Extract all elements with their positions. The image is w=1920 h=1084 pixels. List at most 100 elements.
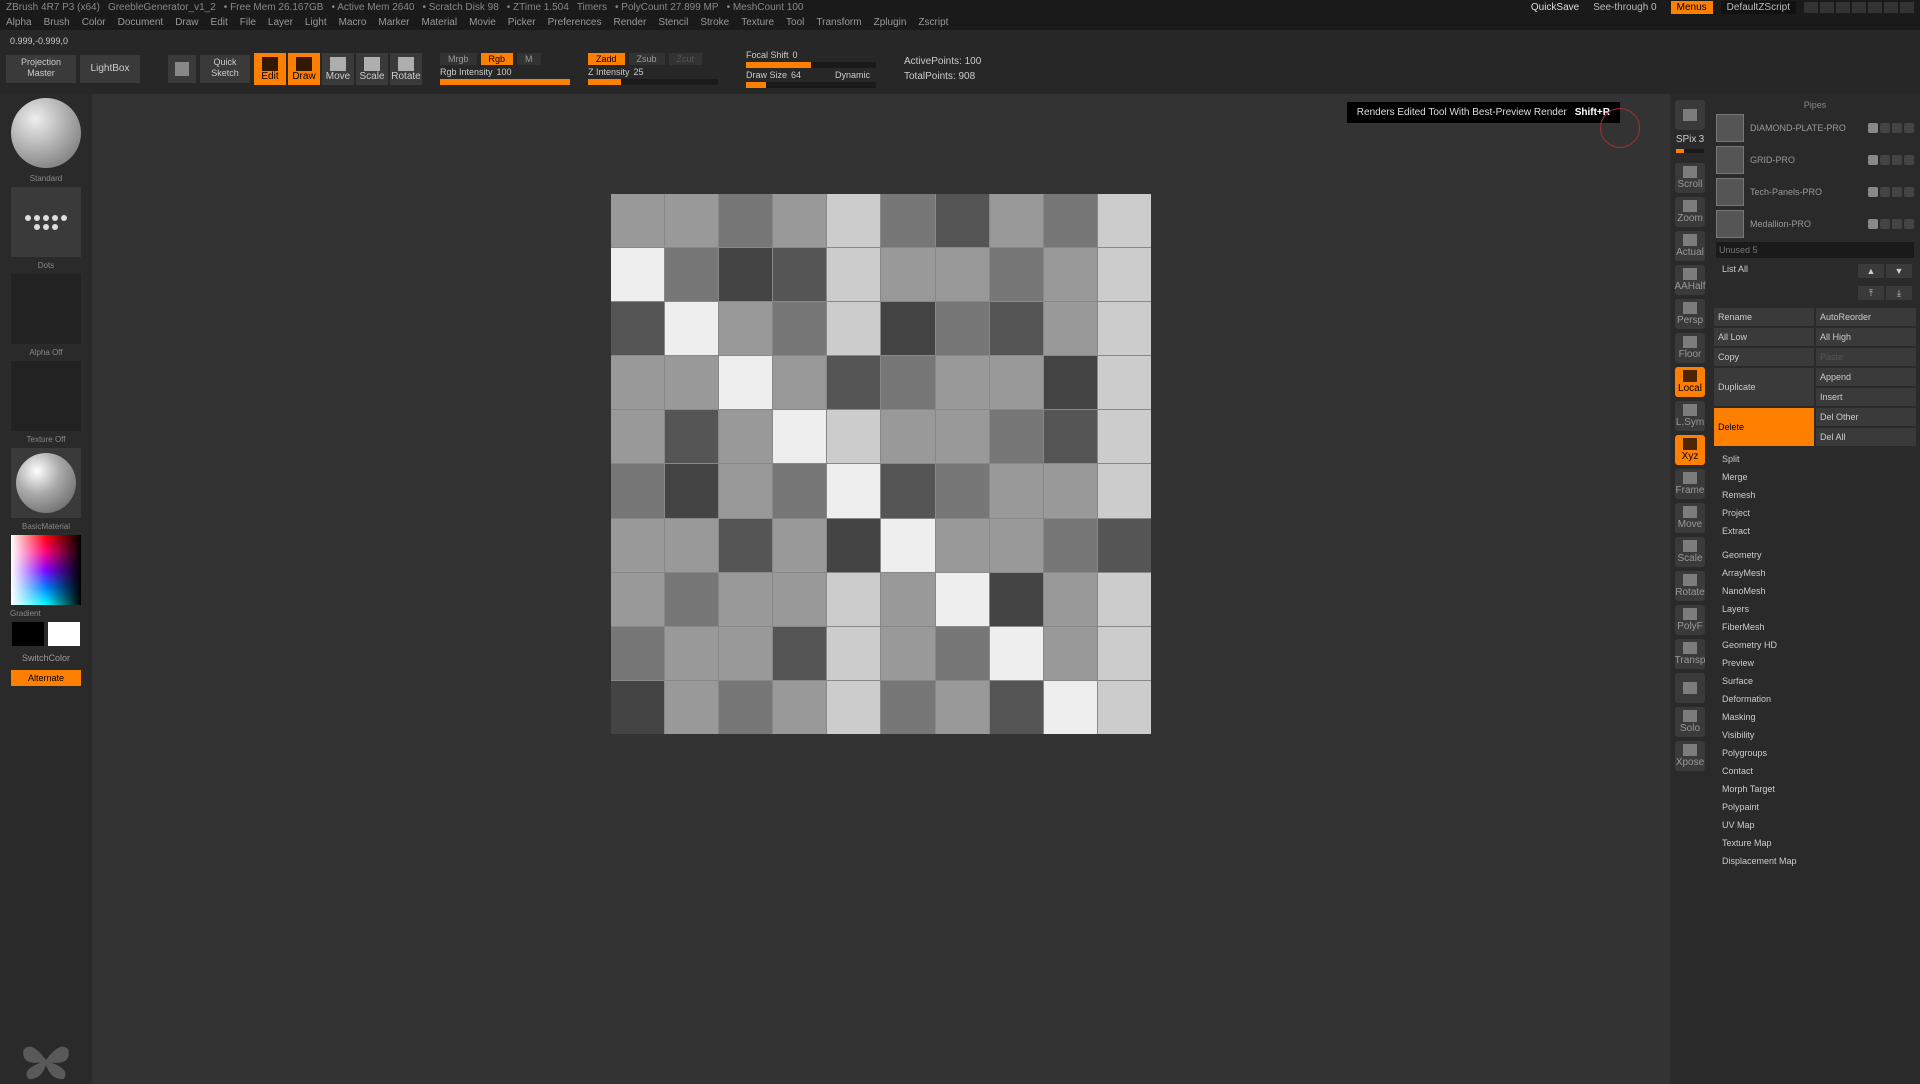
panel-nanomesh[interactable]: NanoMesh <box>1714 582 1916 600</box>
color-picker[interactable] <box>11 535 81 605</box>
close-icon[interactable] <box>1900 2 1914 13</box>
menu-preferences[interactable]: Preferences <box>548 17 602 28</box>
project-button[interactable]: Project <box>1714 504 1916 522</box>
move-button[interactable]: Move <box>322 53 354 85</box>
quicksave-button[interactable]: QuickSave <box>1531 2 1579 13</box>
draw-size-value[interactable]: 64 <box>791 70 801 80</box>
extract-button[interactable]: Extract <box>1714 522 1916 540</box>
transp-button[interactable]: Transp <box>1675 639 1705 669</box>
autoreorder-button[interactable]: AutoReorder <box>1816 308 1916 326</box>
panel-displacement-map[interactable]: Displacement Map <box>1714 852 1916 870</box>
default-zscript[interactable]: DefaultZScript <box>1721 1 1796 14</box>
panel-arraymesh[interactable]: ArrayMesh <box>1714 564 1916 582</box>
subtool-thumbnail[interactable] <box>1716 114 1744 142</box>
menu-alpha[interactable]: Alpha <box>6 17 32 28</box>
draw-size-slider[interactable] <box>746 82 876 88</box>
canvas-viewport[interactable]: Renders Edited Tool With Best-Preview Re… <box>92 94 1670 1084</box>
subtool-row[interactable]: DIAMOND-PLATE-PRO <box>1714 112 1916 144</box>
subtool-thumbnail[interactable] <box>1716 178 1744 206</box>
window-icon[interactable] <box>1852 2 1866 13</box>
subtool-thumbnail[interactable] <box>1716 146 1744 174</box>
all-high-button[interactable]: All High <box>1816 328 1916 346</box>
menu-tool[interactable]: Tool <box>786 17 804 28</box>
panel-uv-map[interactable]: UV Map <box>1714 816 1916 834</box>
del-all-button[interactable]: Del All <box>1816 428 1916 446</box>
menu-stroke[interactable]: Stroke <box>700 17 729 28</box>
see-through-slider[interactable]: See-through 0 <box>1593 2 1656 13</box>
panel-polygroups[interactable]: Polygroups <box>1714 744 1916 762</box>
mrgb-button[interactable]: Mrgb <box>440 53 477 65</box>
z-intensity-slider[interactable] <box>588 79 718 85</box>
lsym-button[interactable]: L.Sym <box>1675 401 1705 431</box>
brush-thumbnail[interactable] <box>11 98 81 168</box>
secondary-color-swatch[interactable] <box>12 622 44 646</box>
focal-shift-value[interactable]: 0 <box>793 50 798 60</box>
menu-texture[interactable]: Texture <box>741 17 774 28</box>
menu-marker[interactable]: Marker <box>378 17 409 28</box>
menu-layer[interactable]: Layer <box>268 17 293 28</box>
subtool-row[interactable]: Medallion-PRO <box>1714 208 1916 240</box>
texture-thumbnail[interactable] <box>11 361 81 431</box>
zadd-button[interactable]: Zadd <box>588 53 625 65</box>
panel-visibility[interactable]: Visibility <box>1714 726 1916 744</box>
dynamic-button[interactable] <box>1675 673 1705 703</box>
append-button[interactable]: Append <box>1816 368 1916 386</box>
panel-contact[interactable]: Contact <box>1714 762 1916 780</box>
scroll-button[interactable]: Scroll <box>1675 163 1705 193</box>
spix-label[interactable]: SPix 3 <box>1675 134 1705 145</box>
actual-button[interactable]: Actual <box>1675 231 1705 261</box>
window-icon[interactable] <box>1884 2 1898 13</box>
projection-master-button[interactable]: Projection Master <box>6 55 76 83</box>
subtool-toggles[interactable] <box>1868 187 1914 197</box>
local-button[interactable]: Local <box>1675 367 1705 397</box>
panel-geometry-hd[interactable]: Geometry HD <box>1714 636 1916 654</box>
alternate-button[interactable]: Alternate <box>11 670 81 686</box>
floor-button[interactable]: Floor <box>1675 333 1705 363</box>
menu-render[interactable]: Render <box>614 17 647 28</box>
menu-file[interactable]: File <box>240 17 256 28</box>
panel-deformation[interactable]: Deformation <box>1714 690 1916 708</box>
list-all-button[interactable]: List All <box>1718 264 1748 278</box>
gradient-label[interactable]: Gradient <box>0 609 41 618</box>
menu-macro[interactable]: Macro <box>339 17 367 28</box>
scale-button[interactable]: Scale <box>356 53 388 85</box>
focal-shift-slider[interactable] <box>746 62 876 68</box>
insert-button[interactable]: Insert <box>1816 388 1916 406</box>
menu-color[interactable]: Color <box>82 17 106 28</box>
menus-toggle[interactable]: Menus <box>1671 1 1713 14</box>
window-icon[interactable] <box>1820 2 1834 13</box>
rotate-button[interactable]: Rotate <box>390 53 422 85</box>
panel-geometry[interactable]: Geometry <box>1714 546 1916 564</box>
subtool-row[interactable]: GRID-PRO <box>1714 144 1916 176</box>
draw-button[interactable]: Draw <box>288 53 320 85</box>
menu-light[interactable]: Light <box>305 17 327 28</box>
persp-button[interactable]: Persp <box>1675 299 1705 329</box>
bpr-button[interactable] <box>1675 100 1705 130</box>
z-intensity-value[interactable]: 25 <box>634 67 644 77</box>
aahalf-button[interactable]: AAHalf <box>1675 265 1705 295</box>
panel-fibermesh[interactable]: FiberMesh <box>1714 618 1916 636</box>
menu-picker[interactable]: Picker <box>508 17 536 28</box>
menu-movie[interactable]: Movie <box>469 17 496 28</box>
menu-stencil[interactable]: Stencil <box>658 17 688 28</box>
menu-draw[interactable]: Draw <box>175 17 198 28</box>
remesh-button[interactable]: Remesh <box>1714 486 1916 504</box>
rgb-intensity-value[interactable]: 100 <box>497 67 512 77</box>
panel-morph-target[interactable]: Morph Target <box>1714 780 1916 798</box>
material-thumbnail[interactable] <box>11 448 81 518</box>
merge-button[interactable]: Merge <box>1714 468 1916 486</box>
menu-material[interactable]: Material <box>422 17 458 28</box>
panel-layers[interactable]: Layers <box>1714 600 1916 618</box>
zcut-button[interactable]: Zcut <box>669 53 703 65</box>
subtool-filter-input[interactable] <box>1716 242 1914 258</box>
rename-button[interactable]: Rename <box>1714 308 1814 326</box>
rotate-button[interactable]: Rotate <box>1675 571 1705 601</box>
panel-texture-map[interactable]: Texture Map <box>1714 834 1916 852</box>
primary-color-swatch[interactable] <box>48 622 80 646</box>
rgb-button[interactable]: Rgb <box>481 53 514 65</box>
panel-surface[interactable]: Surface <box>1714 672 1916 690</box>
menu-brush[interactable]: Brush <box>44 17 70 28</box>
move-up-icon[interactable]: ▲ <box>1858 264 1884 278</box>
frame-button[interactable]: Frame <box>1675 469 1705 499</box>
solo-button[interactable]: Solo <box>1675 707 1705 737</box>
